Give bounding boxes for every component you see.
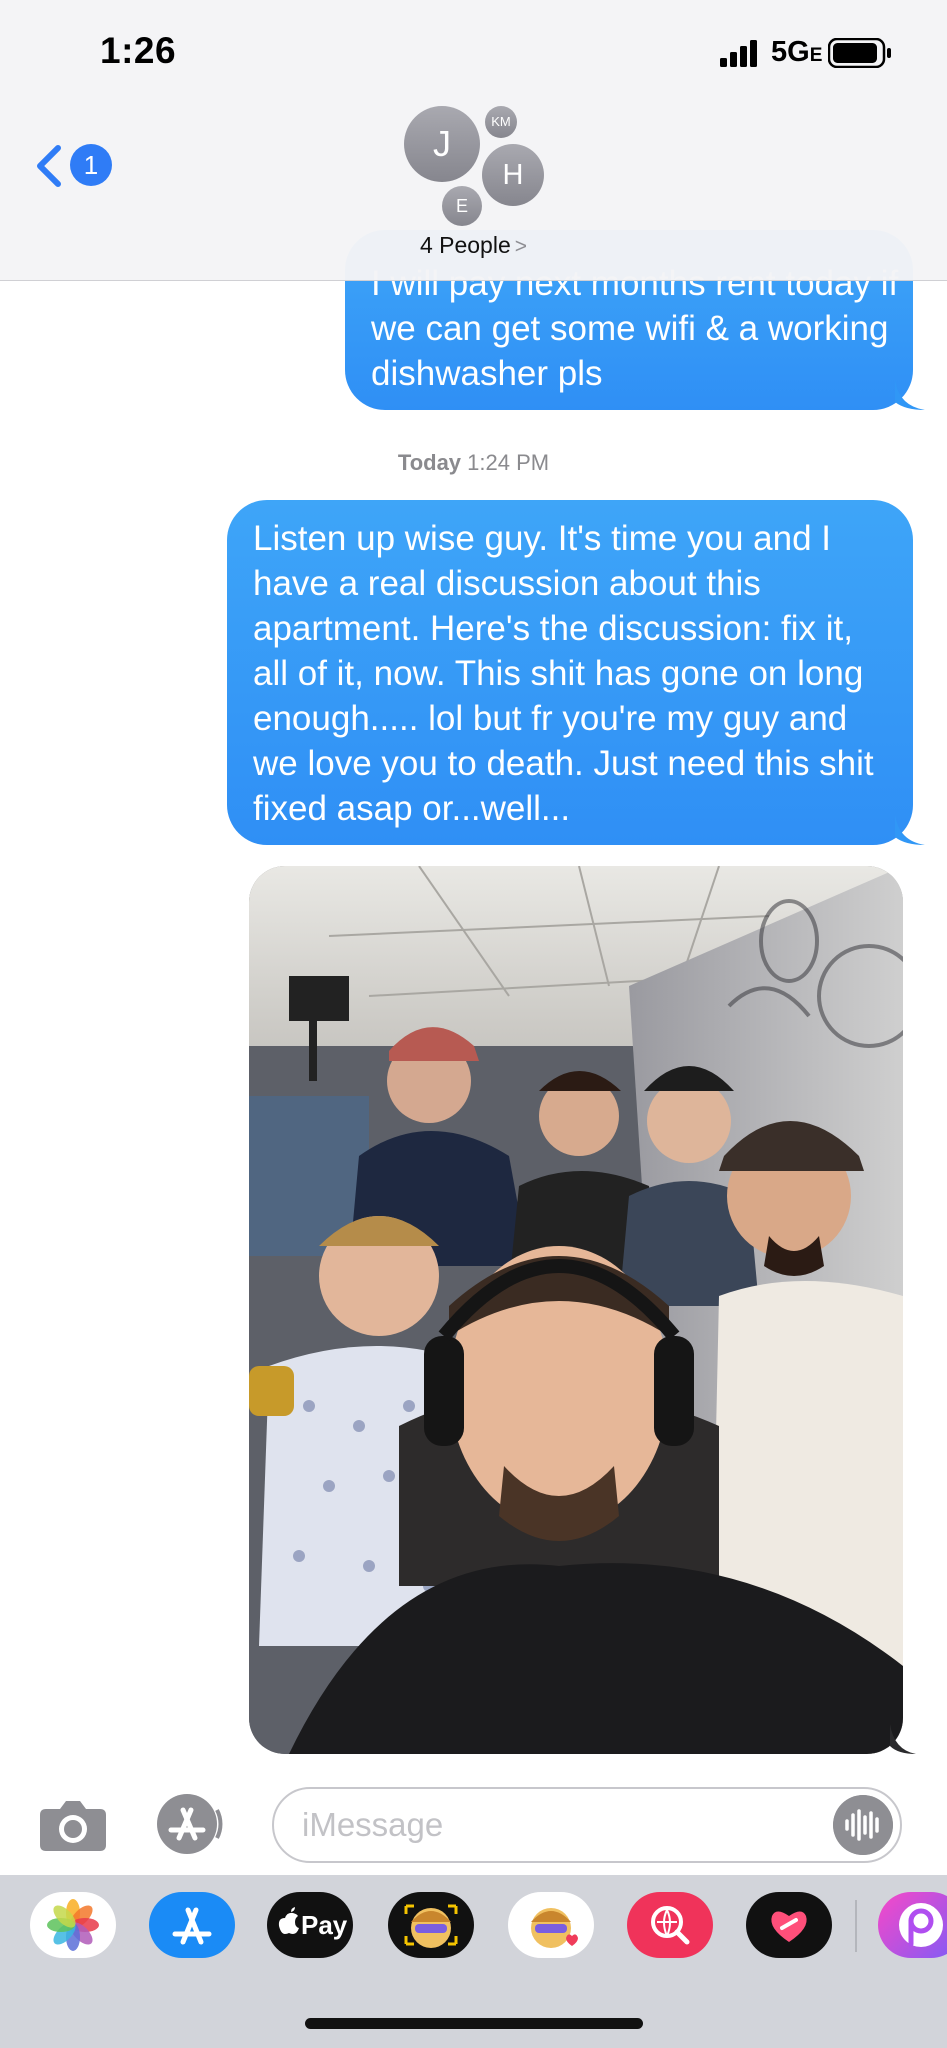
avatar[interactable]: E (442, 186, 482, 226)
compose-bar (0, 1775, 947, 1875)
conversation-header: 1:26 5GE 1 J KM H E 4 People > (0, 0, 947, 281)
message-text: I will pay next months rent today if we … (371, 264, 899, 393)
app-store-icon (172, 1907, 212, 1945)
cellular-signal-icon (720, 40, 757, 67)
network-type-text: 5G (771, 36, 810, 68)
avatar[interactable]: J (404, 106, 480, 182)
group-selfie-photo (249, 866, 903, 1754)
search-images-icon (651, 1906, 690, 1945)
avatar[interactable]: H (482, 144, 544, 206)
drawer-divider (855, 1900, 857, 1952)
message-bubble-sent[interactable]: Listen up wise guy. It's time you and I … (227, 500, 925, 845)
bubble-tail-icon (895, 380, 925, 410)
heart-app-icon (771, 1911, 807, 1942)
heart-app-button[interactable] (746, 1892, 832, 1958)
message-timestamp: Today 1:24 PM (0, 450, 947, 476)
app-store-icon[interactable] (155, 1792, 235, 1856)
audio-message-icon[interactable] (833, 1795, 893, 1855)
memoji-app-button[interactable] (388, 1892, 474, 1958)
bubble-tail-icon (895, 815, 925, 845)
avatar[interactable]: KM (485, 106, 517, 138)
group-details-link[interactable]: 4 People > (0, 232, 947, 259)
memoji-stickers-icon (531, 1908, 578, 1948)
picsart-app-button[interactable] (878, 1892, 947, 1958)
message-text: Listen up wise guy. It's time you and I … (253, 519, 874, 828)
apple-pay-label: Pay (301, 1910, 348, 1940)
photos-app-button[interactable] (30, 1892, 116, 1958)
image-search-app-button[interactable] (627, 1892, 713, 1958)
chevron-right-icon: > (514, 235, 528, 258)
network-type-suffix: E (809, 45, 823, 66)
app-store-app-button[interactable] (149, 1892, 235, 1958)
memoji-stickers-app-button[interactable] (508, 1892, 594, 1958)
apple-pay-app-button[interactable]: Pay (267, 1892, 353, 1958)
message-input[interactable] (272, 1787, 902, 1863)
people-count-label: 4 People (419, 232, 511, 258)
timestamp-time: 1:24 PM (467, 450, 550, 475)
photo-attachment[interactable] (249, 866, 903, 1754)
unread-count-badge: 1 (70, 144, 112, 186)
back-button[interactable]: 1 (34, 140, 114, 192)
timestamp-day: Today (397, 450, 462, 475)
camera-icon[interactable] (38, 1797, 108, 1853)
battery-icon (828, 38, 891, 68)
photos-icon (47, 1899, 99, 1951)
chevron-left-icon (37, 145, 61, 187)
status-bar-time: 1:26 (100, 30, 177, 71)
network-type-label: 5GE (771, 36, 822, 69)
home-indicator[interactable] (305, 2018, 643, 2029)
picsart-icon (899, 1903, 943, 1947)
apple-pay-icon: Pay (278, 1907, 348, 1940)
memoji-icon (404, 1904, 458, 1948)
imessage-app-drawer: Pay (0, 1875, 947, 2048)
bubble-tail-icon (890, 1724, 916, 1754)
